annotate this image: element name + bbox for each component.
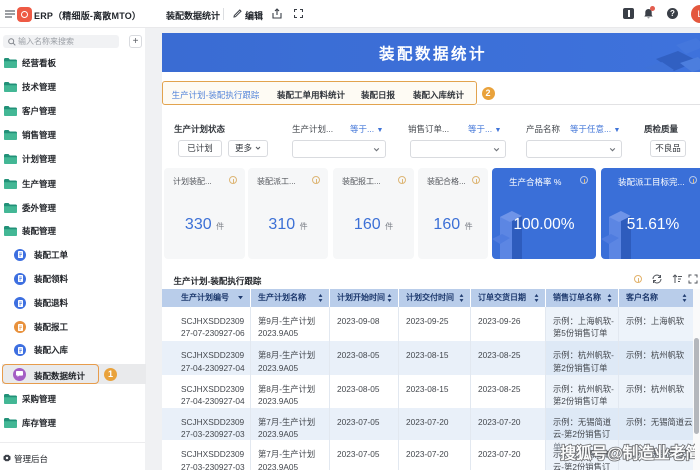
svg-text:搜狐号@制造业老简: 搜狐号@制造业老简 [560, 444, 695, 463]
